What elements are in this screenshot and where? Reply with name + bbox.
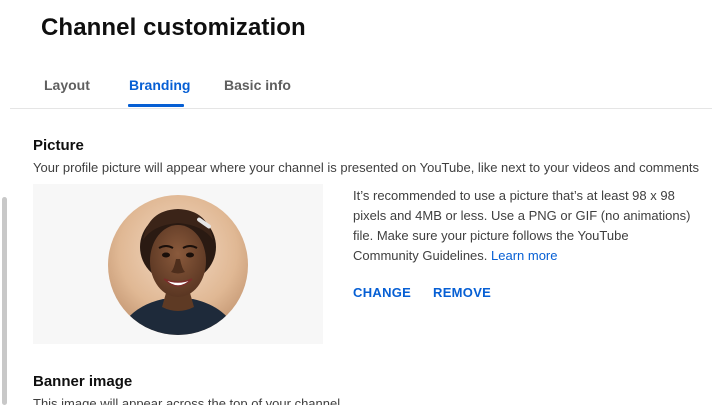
tab-bar: Layout Branding Basic info <box>0 60 712 109</box>
profile-photo-image <box>108 195 248 335</box>
picture-guidelines-text: It’s recommended to use a picture that’s… <box>353 186 693 266</box>
tabs-divider <box>10 108 712 109</box>
active-tab-indicator <box>128 104 184 107</box>
learn-more-link[interactable]: Learn more <box>491 248 557 263</box>
scrollbar[interactable] <box>2 197 7 405</box>
change-picture-button[interactable]: CHANGE <box>353 285 411 300</box>
banner-section-title: Banner image <box>33 373 133 390</box>
profile-picture-preview <box>33 184 323 344</box>
tab-branding[interactable]: Branding <box>129 77 190 93</box>
page-title: Channel customization <box>41 14 306 41</box>
profile-picture-avatar <box>108 195 248 335</box>
remove-picture-button[interactable]: REMOVE <box>433 285 491 300</box>
channel-customization-page: Channel customization Layout Branding Ba… <box>0 0 712 405</box>
banner-section-description: This image will appear across the top of… <box>33 396 341 405</box>
tab-basic-info[interactable]: Basic info <box>224 77 291 93</box>
picture-section-description: Your profile picture will appear where y… <box>33 160 700 175</box>
picture-section-title: Picture <box>33 137 84 154</box>
tab-layout[interactable]: Layout <box>44 77 90 93</box>
